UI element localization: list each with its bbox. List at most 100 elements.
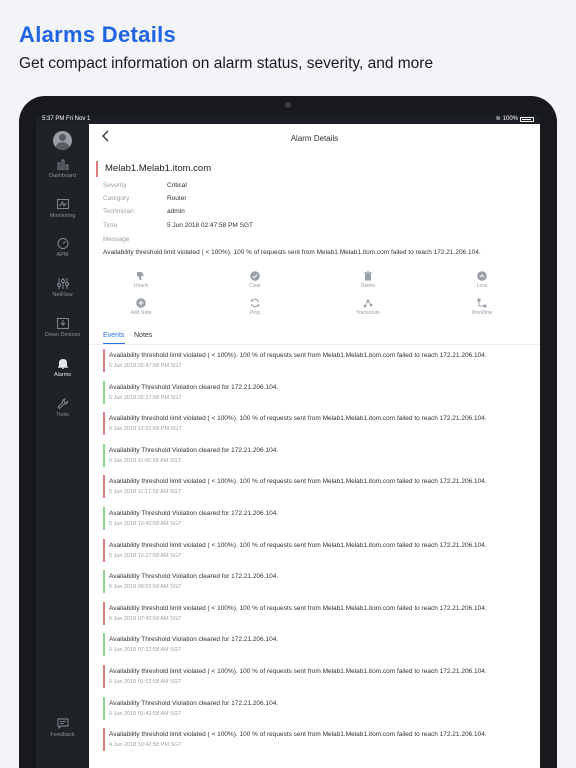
sidebar: Dashboard Monitoring APM NetFlow Down De… (36, 124, 89, 768)
avatar[interactable] (53, 131, 72, 150)
event-time: 5 Jun 2018 07:32:58 AM SGT (109, 647, 182, 654)
sidebar-item-tools[interactable]: Tools (36, 398, 89, 418)
alarm-details-pane: Alarm Details Melab1.Melab1.itom.com Sev… (89, 124, 540, 768)
message-label: Message (103, 236, 130, 243)
action-label: Unack (133, 283, 149, 289)
event-title: Availability Threshold Violation cleared… (109, 510, 279, 517)
action-label: Add Note (130, 310, 152, 316)
event-item[interactable]: Availability Threshold Violation cleared… (103, 507, 533, 530)
sidebar-item-monitoring[interactable]: Monitoring (36, 199, 89, 219)
delete-button[interactable]: Delete (338, 271, 398, 289)
workflow-icon (477, 298, 487, 308)
tab-events[interactable]: Events (103, 332, 124, 339)
event-time: 4 Jun 2018 10:42:58 PM SGT (109, 742, 182, 749)
event-time: 5 Jun 2018 11:42:58 AM SGT (109, 457, 182, 464)
category-value: Router (167, 195, 187, 202)
sidebar-item-label: NetFlow (52, 292, 73, 298)
sidebar-item-down-devices[interactable]: Down Devices (36, 318, 89, 338)
event-title: Availability threshold limit violated ( … (109, 352, 487, 359)
status-time: 5:37 PM Fri Nov 1 (42, 116, 91, 122)
promo-subtitle: Get compact information on alarm status,… (19, 55, 434, 72)
sidebar-item-label: Feedback (50, 732, 75, 738)
event-title: Availability threshold limit violated ( … (109, 415, 487, 423)
event-title: Availability Threshold Violation cleared… (109, 636, 279, 644)
technician-label: Technician (103, 208, 134, 215)
tablet-frame: 5:37 PM Fri Nov 1 ≋ 100% Dashboard Monit… (19, 96, 557, 768)
event-time: 5 Jun 2018 12:02:58 PM SGT (109, 426, 182, 433)
action-label: Traceroute (356, 310, 380, 316)
ping-button[interactable]: Ping (225, 298, 285, 316)
sidebar-item-feedback[interactable]: Feedback (36, 718, 89, 738)
check-circle-icon (250, 271, 260, 281)
severity-value: Critical (167, 182, 187, 189)
promo-title: Alarms Details (19, 22, 177, 47)
trash-icon (364, 271, 372, 281)
event-item[interactable]: Availability threshold limit violated ( … (103, 601, 533, 625)
event-item[interactable]: Availability Threshold Violation cleared… (103, 633, 533, 657)
page-title: Alarm Details (290, 134, 339, 143)
sidebar-item-label: Dashboard (49, 173, 76, 179)
status-right: ≋ 100% (496, 115, 534, 124)
battery-icon (520, 117, 534, 122)
bar-chart-icon (57, 159, 68, 170)
event-time: 5 Jun 2018 02:47:58 PM SGT (109, 363, 182, 369)
sidebar-item-netflow[interactable]: NetFlow (36, 278, 89, 298)
event-item[interactable]: Availability Threshold Violation cleared… (103, 696, 533, 720)
event-title: Availability threshold limit violated ( … (109, 478, 487, 486)
event-title: Availability threshold limit violated ( … (109, 541, 487, 549)
event-title: Availability Threshold Violation cleared… (109, 699, 279, 707)
event-title: Availability Threshold Violation cleared… (109, 383, 279, 391)
event-time: 5 Jun 2018 10:42:58 AM SGT (109, 521, 182, 527)
time-label: Time (103, 222, 118, 229)
workflow-button[interactable]: Workflow (452, 298, 512, 316)
monitor-pulse-icon (56, 199, 69, 209)
action-label: Delete (360, 283, 376, 289)
action-label: Less (476, 283, 488, 289)
clear-button[interactable]: Clear (225, 271, 285, 289)
plus-circle-icon (136, 298, 146, 308)
gauge-icon (57, 238, 68, 249)
event-item[interactable]: Availability Threshold Violation cleared… (103, 570, 533, 594)
unack-button[interactable]: Unack (111, 271, 171, 289)
action-label: Clear (249, 283, 261, 289)
event-item[interactable]: Availability Threshold Violation cleared… (103, 443, 533, 467)
event-item[interactable]: Availability threshold limit violated ( … (103, 538, 533, 562)
screen: 5:37 PM Fri Nov 1 ≋ 100% Dashboard Monit… (36, 115, 540, 768)
alarm-node-name: Melab1.Melab1.itom.com (96, 161, 211, 177)
event-item[interactable]: Availability threshold limit violated ( … (103, 412, 533, 436)
event-title: Availability threshold limit violated ( … (109, 731, 487, 739)
tab-notes[interactable]: Notes (134, 332, 152, 339)
sidebar-item-label: APM (56, 252, 69, 258)
action-label: Workflow (471, 310, 493, 316)
sidebar-item-apm[interactable]: APM (36, 238, 89, 258)
event-title: Availability threshold limit violated ( … (109, 668, 487, 675)
event-item[interactable]: Availability threshold limit violated ( … (103, 665, 533, 688)
event-time: 5 Jun 2018 02:17:58 PM SGT (109, 394, 182, 401)
severity-label: Severity (103, 182, 127, 189)
less-button[interactable]: Less (452, 271, 512, 289)
event-time: 5 Jun 2018 01:42:58 AM SGT (109, 710, 182, 717)
camera-dot (285, 102, 291, 108)
time-value: 5 Jun 2018 02:47:58 PM SGT (167, 222, 253, 229)
chat-bubble-icon (57, 718, 68, 729)
chevron-up-circle-icon (477, 271, 487, 281)
status-bar: 5:37 PM Fri Nov 1 ≋ 100% (36, 115, 540, 124)
add-note-button[interactable]: Add Note (111, 298, 171, 316)
technician-value: admin (167, 208, 185, 215)
sliders-icon (56, 278, 69, 289)
sidebar-item-label: Down Devices (44, 332, 81, 338)
event-time: 5 Jun 2018 07:42:58 AM SGT (109, 615, 182, 622)
event-item[interactable]: Availability Threshold Violation cleared… (103, 380, 533, 404)
sidebar-item-alarms[interactable]: Alarms (36, 358, 89, 378)
sidebar-item-label: Tools (56, 412, 69, 418)
wrench-icon (56, 398, 68, 409)
sidebar-item-label: Monitoring (49, 213, 76, 219)
route-nodes-icon (363, 299, 373, 308)
traceroute-button[interactable]: Traceroute (338, 298, 398, 316)
event-title: Availability threshold limit violated ( … (109, 604, 487, 612)
event-item[interactable]: Availability threshold limit violated ( … (103, 475, 533, 499)
event-time: 5 Jun 2018 10:27:58 AM SGT (109, 552, 182, 559)
sidebar-item-dashboard[interactable]: Dashboard (36, 159, 89, 179)
event-item[interactable]: Availability threshold limit violated ( … (103, 728, 533, 752)
event-item[interactable]: Availability threshold limit violated ( … (103, 349, 533, 372)
